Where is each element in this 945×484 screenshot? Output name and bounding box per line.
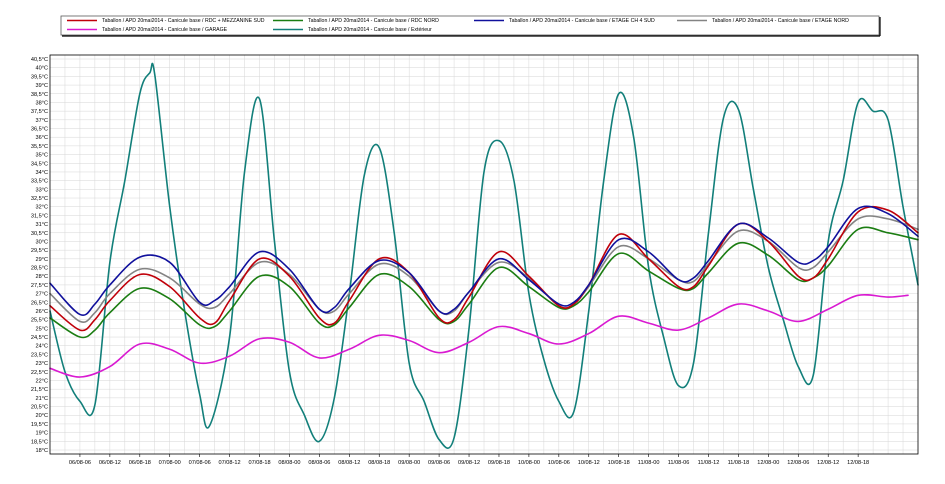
y-tick-label: 19°C (36, 431, 49, 437)
legend-label-etage-ch4-sud: Taballon / APD 20mai2014 - Canicule base… (509, 18, 655, 24)
x-tick-label: 09/08-12 (458, 460, 480, 466)
legend-label-garage: Taballon / APD 20mai2014 - Canicule base… (102, 27, 228, 33)
x-tick-label: 12/08-12 (817, 460, 839, 466)
y-tick-label: 26,5°C (31, 300, 48, 306)
y-tick-label: 38°C (36, 100, 49, 106)
y-tick-label: 23,5°C (31, 352, 48, 358)
x-tick-label: 07/08-06 (189, 460, 211, 466)
y-tick-label: 22,5°C (31, 370, 48, 376)
legend-label-exterieur: Taballon / APD 20mai2014 - Canicule base… (308, 27, 432, 33)
y-tick-label: 40°C (36, 66, 49, 72)
x-tick-label: 06/08-18 (129, 460, 151, 466)
x-tick-label: 08/08-00 (278, 460, 300, 466)
x-tick-label: 09/08-06 (428, 460, 450, 466)
y-tick-label: 30,5°C (31, 231, 48, 237)
x-tick-label: 12/08-18 (847, 460, 869, 466)
y-tick-label: 39°C (36, 83, 49, 89)
x-tick-label: 09/08-00 (398, 460, 420, 466)
x-tick-label: 08/08-18 (368, 460, 390, 466)
x-tick-label: 11/08-06 (668, 460, 690, 466)
y-tick-label: 18,5°C (31, 439, 48, 445)
y-tick-label: 33,5°C (31, 179, 48, 185)
y-tick-label: 19,5°C (31, 422, 48, 428)
x-tick-label: 12/08-06 (787, 460, 809, 466)
y-tick-label: 31°C (36, 222, 49, 228)
y-axis: 18°C 18,5°C 19°C 19,5°C 20°C 20,5°C 21°C 21,5°C… (31, 57, 48, 454)
y-tick-label: 39,5°C (31, 74, 48, 80)
temperature-chart: Taballon / APD 20mai2014 - Canicule base… (31, 15, 919, 466)
y-tick-label: 29°C (36, 257, 49, 263)
y-tick-label: 33°C (36, 187, 49, 193)
x-tick-label: 11/08-12 (698, 460, 720, 466)
y-tick-label: 35,5°C (31, 144, 48, 150)
y-tick-label: 24°C (36, 344, 49, 350)
x-tick-label: 07/08-18 (248, 460, 270, 466)
y-tick-label: 26°C (36, 309, 49, 315)
y-tick-label: 32,5°C (31, 196, 48, 202)
x-tick-label: 10/08-12 (578, 460, 600, 466)
x-tick-label: 11/08-00 (638, 460, 660, 466)
y-tick-label: 21,5°C (31, 387, 48, 393)
y-tick-label: 24,5°C (31, 335, 48, 341)
y-tick-label: 37°C (36, 118, 49, 124)
y-tick-label: 28,5°C (31, 266, 48, 272)
y-tick-label: 28°C (36, 274, 49, 280)
y-tick-label: 36°C (36, 135, 49, 141)
legend-box: Taballon / APD 20mai2014 - Canicule base… (60, 15, 881, 37)
y-tick-label: 27,5°C (31, 283, 48, 289)
x-tick-label: 09/08-18 (488, 460, 510, 466)
x-tick-label: 06/08-06 (69, 460, 91, 466)
y-tick-label: 35°C (36, 153, 49, 159)
y-tick-label: 20°C (36, 413, 49, 419)
x-tick-label: 06/08-12 (99, 460, 121, 466)
y-tick-label: 30°C (36, 239, 49, 245)
y-tick-label: 18°C (36, 448, 49, 454)
y-tick-label: 37,5°C (31, 109, 48, 115)
y-tick-label: 25°C (36, 326, 49, 332)
y-tick-label: 22°C (36, 378, 49, 384)
y-tick-label: 38,5°C (31, 92, 48, 98)
legend-label-rdc-mezzanine-sud: Taballon / APD 20mai2014 - Canicule base… (102, 18, 265, 24)
x-tick-label: 10/08-06 (548, 460, 570, 466)
legend-label-rdc-nord: Taballon / APD 20mai2014 - Canicule base… (308, 18, 439, 24)
plot-area (49, 54, 919, 455)
x-tick-label: 11/08-18 (728, 460, 750, 466)
y-tick-label: 20,5°C (31, 405, 48, 411)
y-tick-label: 25,5°C (31, 318, 48, 324)
y-tick-label: 21°C (36, 396, 49, 402)
x-tick-label: 12/08-00 (757, 460, 779, 466)
x-tick-label: 07/08-12 (219, 460, 241, 466)
y-tick-label: 40,5°C (31, 57, 48, 63)
x-tick-label: 08/08-12 (338, 460, 360, 466)
y-tick-label: 23°C (36, 361, 49, 367)
y-tick-label: 34,5°C (31, 161, 48, 167)
y-tick-label: 27°C (36, 292, 49, 298)
y-tick-label: 29,5°C (31, 248, 48, 254)
y-tick-label: 32°C (36, 205, 49, 211)
x-axis: 06/08-06 06/08-12 06/08-18 07/08-00 07/08-06… (69, 454, 869, 466)
x-tick-label: 10/08-00 (518, 460, 540, 466)
x-tick-label: 10/08-18 (608, 460, 630, 466)
x-tick-label: 07/08-00 (159, 460, 181, 466)
legend-label-etage-nord: Taballon / APD 20mai2014 - Canicule base… (712, 18, 849, 24)
y-tick-label: 34°C (36, 170, 49, 176)
y-tick-label: 36,5°C (31, 127, 48, 133)
x-tick-label: 08/08-06 (308, 460, 330, 466)
y-tick-label: 31,5°C (31, 213, 48, 219)
